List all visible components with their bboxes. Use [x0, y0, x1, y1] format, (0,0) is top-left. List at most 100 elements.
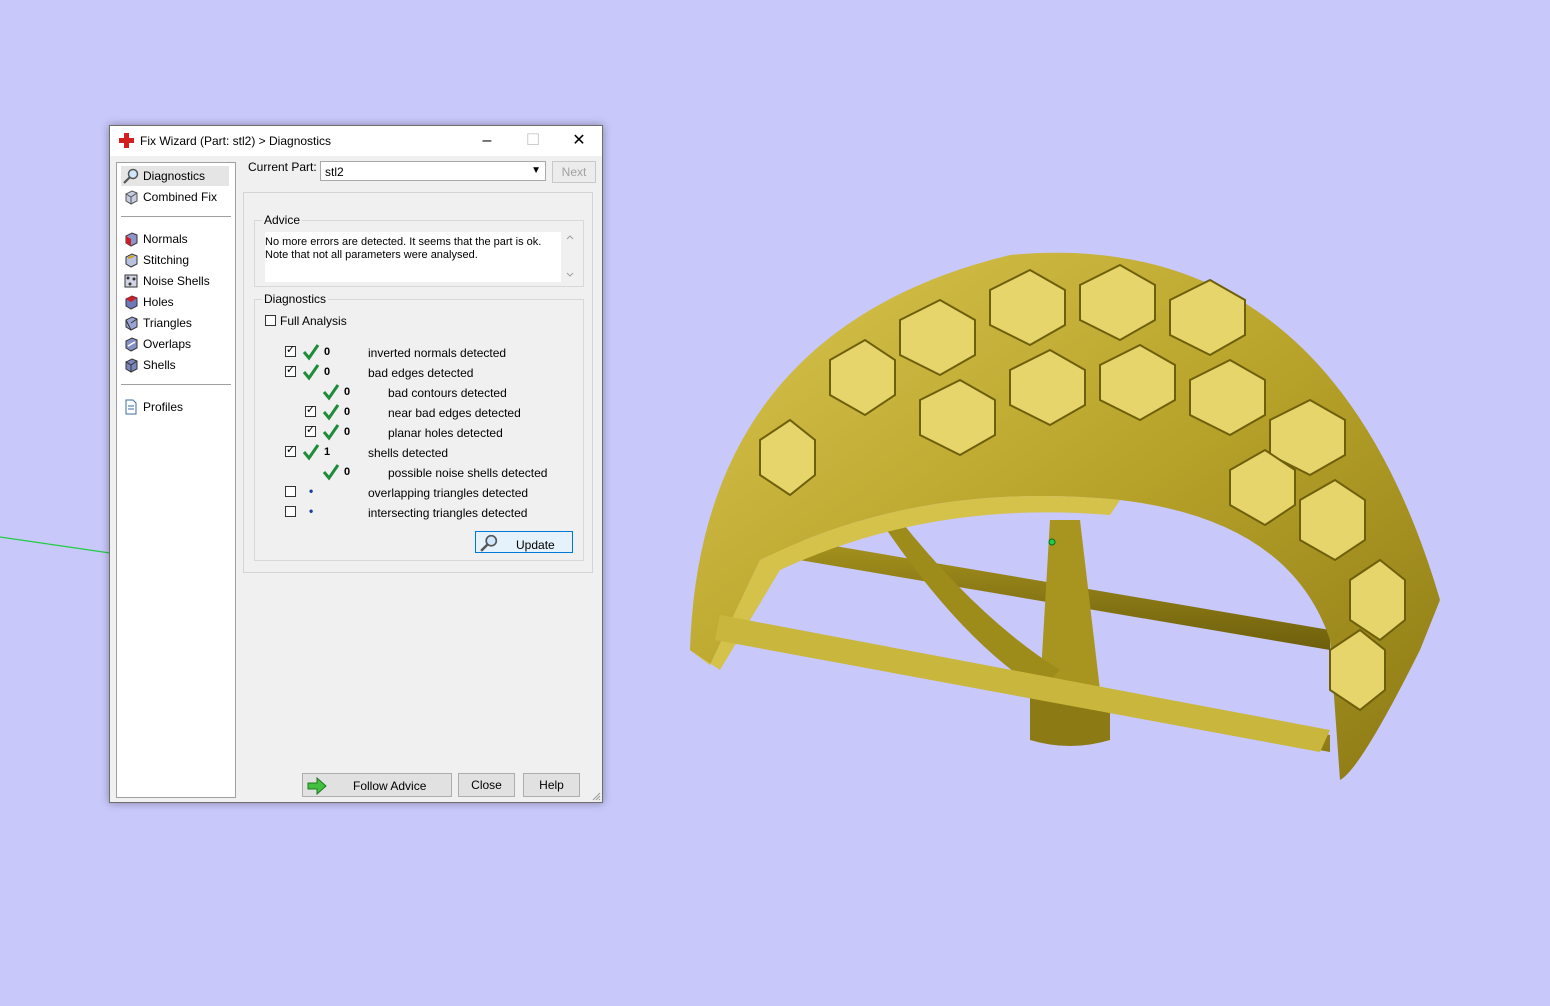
nav-item-label: Triangles — [143, 316, 192, 330]
diagnostic-label: bad contours detected — [388, 386, 507, 400]
nav-item-profiles[interactable]: Profiles — [121, 397, 229, 417]
update-button[interactable]: Update — [475, 531, 573, 553]
normals-cube-icon — [125, 232, 138, 247]
diagnostic-count: 0 — [344, 466, 351, 478]
nav-divider — [121, 384, 231, 385]
diagnostic-checkbox[interactable]: ✓ — [285, 444, 296, 457]
diagnostic-label: possible noise shells detected — [388, 466, 548, 480]
advice-text: No more errors are detected. It seems th… — [265, 232, 561, 282]
diagnostics-group: Diagnostics Full Analysis ✓ 0 inverted nor… — [254, 292, 584, 561]
green-check-icon — [302, 344, 320, 361]
nav-item-shells[interactable]: Shells — [121, 355, 229, 375]
nav-item-label: Shells — [143, 358, 176, 372]
magnifier-icon — [123, 168, 139, 184]
document-icon — [125, 399, 137, 415]
diagnostic-checkbox[interactable]: ✓ — [305, 424, 316, 437]
advice-group: Advice No more errors are detected. It s… — [254, 213, 584, 287]
diagnostic-label: shells detected — [368, 446, 449, 460]
diagnostic-count: 0 — [344, 406, 351, 418]
diagnostic-count: 0 — [324, 366, 331, 378]
green-check-icon — [322, 464, 340, 481]
diagnostic-row: 0 bad contours detected — [255, 383, 575, 403]
title-bar[interactable]: Fix Wizard (Part: stl2) > Diagnostics – … — [110, 126, 602, 156]
follow-advice-label: Follow Advice — [353, 779, 427, 793]
diagnostic-checkbox[interactable] — [285, 486, 296, 497]
nav-item-diagnostics[interactable]: Diagnostics — [121, 166, 229, 186]
green-check-icon — [302, 364, 320, 381]
checkmark-icon: ✓ — [306, 404, 316, 416]
diagnostic-count: 1 — [324, 446, 331, 458]
diagnostic-row: ✓ 1 shells detected — [255, 443, 575, 463]
noise-shells-icon — [124, 274, 138, 288]
holes-cube-icon — [125, 295, 138, 310]
triangles-cube-icon — [125, 316, 138, 331]
update-label: Update — [516, 538, 555, 552]
axis-line — [0, 536, 111, 554]
diagnostic-count: 0 — [324, 346, 331, 358]
unknown-status-dot: • — [309, 504, 314, 518]
diagnostic-row: ✓ 0 inverted normals detected — [255, 343, 575, 363]
diagnostic-label: bad edges detected — [368, 366, 474, 380]
nav-item-normals[interactable]: Normals — [121, 229, 229, 249]
wizard-nav: Diagnostics Combined Fix Normals Stitchi… — [116, 162, 236, 798]
diagnostic-label: near bad edges detected — [388, 406, 521, 420]
diagnostic-checkbox[interactable]: ✓ — [285, 344, 296, 357]
advice-scrollbar[interactable] — [563, 232, 577, 280]
current-part-label: Current Part: — [248, 160, 317, 174]
diagnostic-label: planar holes detected — [388, 426, 503, 440]
maximize-button[interactable]: ☐ — [510, 126, 556, 156]
nav-item-label: Normals — [143, 232, 188, 246]
full-analysis-label: Full Analysis — [280, 314, 347, 328]
diagnostic-count: 0 — [344, 426, 351, 438]
red-cross-icon — [119, 133, 134, 148]
nav-item-label: Noise Shells — [143, 274, 210, 288]
nav-item-label: Profiles — [143, 400, 184, 414]
green-check-icon — [302, 444, 320, 461]
advice-line: No more errors are detected. It seems th… — [265, 236, 542, 248]
follow-advice-button[interactable]: Follow Advice — [302, 773, 452, 797]
diagnostic-checkbox[interactable]: ✓ — [305, 404, 316, 417]
nav-item-holes[interactable]: Holes — [121, 292, 229, 312]
checkmark-icon: ✓ — [286, 364, 296, 376]
nav-item-overlaps[interactable]: Overlaps — [121, 334, 229, 354]
cube-icon — [125, 190, 138, 205]
minimize-button[interactable]: – — [464, 126, 510, 156]
nav-item-label: Diagnostics — [143, 169, 206, 183]
shells-cube-icon — [125, 358, 138, 373]
full-analysis-checkbox[interactable] — [265, 315, 276, 326]
nav-item-label: Holes — [143, 295, 174, 309]
fix-wizard-dialog: Fix Wizard (Part: stl2) > Diagnostics – … — [109, 125, 603, 803]
arrow-right-icon — [307, 777, 327, 795]
diagnostic-label: overlapping triangles detected — [368, 486, 529, 500]
next-button[interactable]: Next — [552, 161, 596, 183]
diagnostic-row: ✓ 0 planar holes detected — [255, 423, 575, 443]
diagnostic-row: • overlapping triangles detected — [255, 483, 575, 503]
diagnostic-checkbox[interactable] — [285, 506, 296, 517]
diagnostics-title: Diagnostics — [262, 292, 329, 306]
diagnostic-label: inverted normals detected — [368, 346, 507, 360]
nav-item-stitching[interactable]: Stitching — [121, 250, 229, 270]
nav-divider — [121, 216, 231, 217]
green-check-icon — [322, 384, 340, 401]
advice-title: Advice — [262, 213, 303, 227]
help-button[interactable]: Help — [523, 773, 580, 797]
nav-item-triangles[interactable]: Triangles — [121, 313, 229, 333]
window-title: Fix Wizard (Part: stl2) > Diagnostics — [140, 134, 332, 148]
diagnostic-row: ✓ 0 near bad edges detected — [255, 403, 575, 423]
diagnostic-row: ✓ 0 bad edges detected — [255, 363, 575, 383]
nav-item-combined-fix[interactable]: Combined Fix — [121, 187, 229, 207]
close-window-button[interactable]: ✕ — [556, 126, 602, 156]
diagnostic-checkbox[interactable]: ✓ — [285, 364, 296, 377]
stl-part-model[interactable] — [690, 252, 1440, 780]
green-check-icon — [322, 424, 340, 441]
nav-item-noise-shells[interactable]: Noise Shells — [121, 271, 229, 291]
diagnostic-label: intersecting triangles detected — [368, 506, 528, 520]
stitching-cube-icon — [125, 253, 138, 268]
diagnostics-panel: Advice No more errors are detected. It s… — [243, 192, 593, 573]
current-part-value: stl2 — [325, 165, 344, 179]
nav-item-label: Overlaps — [143, 337, 192, 351]
resize-grip-icon[interactable] — [591, 791, 601, 801]
current-part-select[interactable]: stl2 ▼ — [320, 161, 546, 181]
nav-item-label: Stitching — [143, 253, 190, 267]
close-button[interactable]: Close — [458, 773, 515, 797]
